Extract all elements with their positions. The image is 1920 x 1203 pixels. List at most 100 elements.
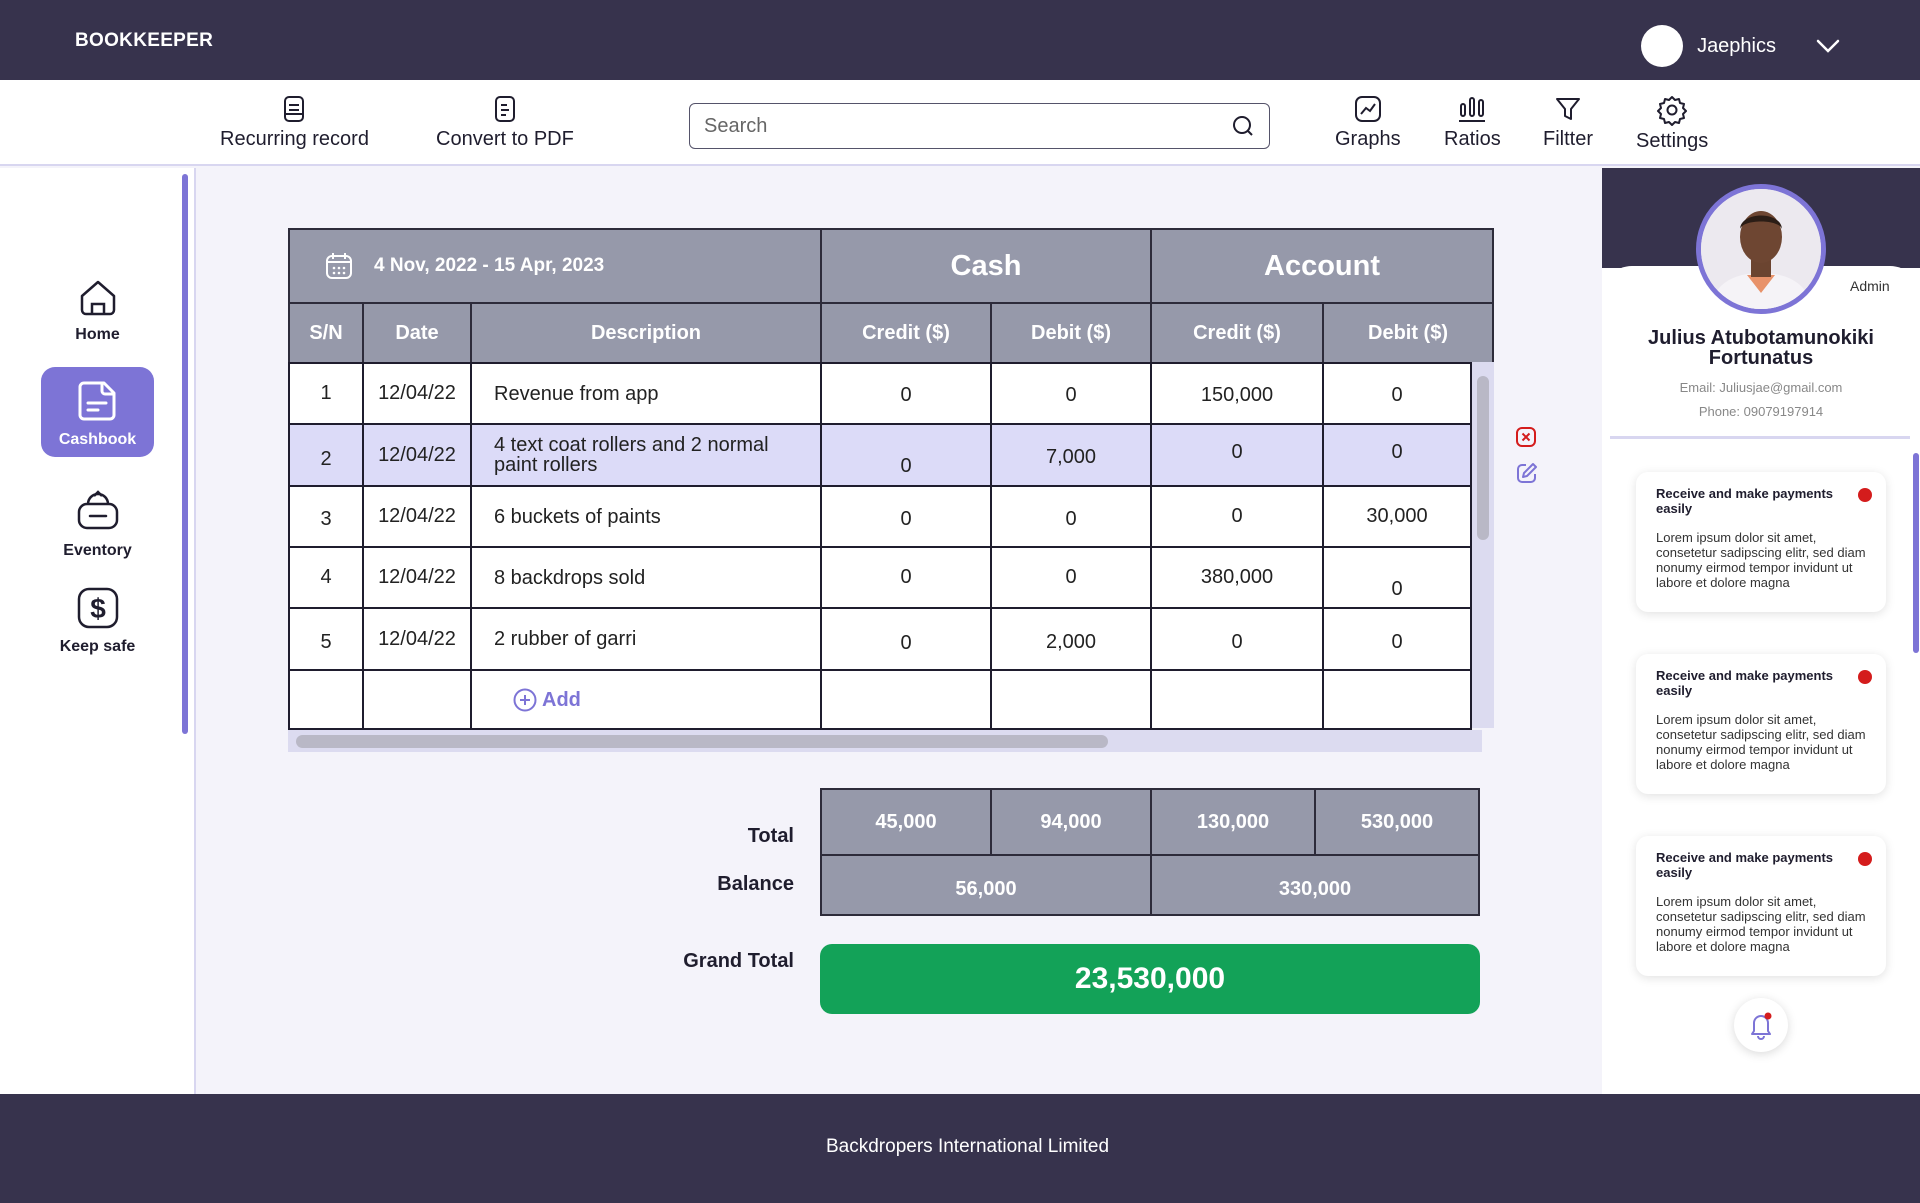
column-header-cash-debit[interactable]: Debit ($) <box>990 302 1152 364</box>
add-row-button[interactable]: Add <box>470 669 822 730</box>
cell-empty[interactable] <box>362 669 472 730</box>
calendar-icon[interactable] <box>324 251 354 281</box>
cell-date[interactable]: 12/04/22 <box>362 423 472 487</box>
profile-photo[interactable] <box>1696 184 1826 314</box>
table-vertical-scrollbar[interactable] <box>1472 362 1494 728</box>
cell-account-credit[interactable]: 380,000 <box>1150 546 1324 609</box>
delete-row-icon[interactable] <box>1515 426 1537 448</box>
add-row-label: Add <box>542 688 581 711</box>
cell-sn[interactable]: 1 <box>288 362 364 425</box>
cell-cash-debit[interactable]: 2,000 <box>990 607 1152 671</box>
inventory-icon <box>77 490 118 530</box>
cell-sn[interactable]: 2 <box>288 423 364 487</box>
sidebar-scrollbar[interactable] <box>182 174 188 734</box>
recurring-record-icon <box>284 96 305 122</box>
notifications-button[interactable] <box>1734 998 1788 1052</box>
user-avatar[interactable] <box>1641 25 1684 67</box>
total-account-debit: 530,000 <box>1314 788 1480 856</box>
cell-description[interactable]: 2 rubber of garri <box>470 607 822 671</box>
notification-card[interactable]: Receive and make payments easily Lorem i… <box>1636 472 1886 612</box>
scroll-thumb[interactable] <box>1477 376 1489 540</box>
cell-account-debit[interactable]: 0 <box>1322 607 1472 671</box>
column-header-sn[interactable]: S/N <box>288 302 364 364</box>
cell-cash-credit[interactable]: 0 <box>820 362 992 425</box>
gear-icon <box>1657 96 1688 126</box>
scroll-thumb[interactable] <box>296 735 1108 748</box>
cell-description[interactable]: Revenue from app <box>470 362 822 425</box>
cell-sn[interactable]: 4 <box>288 546 364 609</box>
cell-empty[interactable] <box>820 669 992 730</box>
cell-sn[interactable]: 3 <box>288 485 364 548</box>
search-input[interactable] <box>704 114 1231 138</box>
recurring-record-button[interactable]: Recurring record <box>220 94 369 151</box>
cell-cash-credit[interactable]: 0 <box>820 485 992 548</box>
cell-account-credit[interactable]: 0 <box>1150 607 1324 671</box>
sidebar-item-cashbook[interactable]: Cashbook <box>41 367 154 457</box>
column-header-account-credit[interactable]: Credit ($) <box>1150 302 1324 364</box>
cell-date[interactable]: 12/04/22 <box>362 485 472 548</box>
cell-cash-debit[interactable]: 7,000 <box>990 423 1152 487</box>
notification-card[interactable]: Receive and make payments easily Lorem i… <box>1636 836 1886 976</box>
chevron-down-icon[interactable] <box>1816 39 1840 53</box>
notification-card[interactable]: Receive and make payments easily Lorem i… <box>1636 654 1886 794</box>
sidebar-item-label: Home <box>75 326 120 343</box>
unread-dot <box>1858 670 1872 684</box>
settings-label: Settings <box>1636 130 1709 152</box>
cell-account-credit[interactable]: 150,000 <box>1150 362 1324 425</box>
cell-cash-debit[interactable]: 0 <box>990 546 1152 609</box>
search-box[interactable] <box>689 103 1270 149</box>
edit-row-icon[interactable] <box>1515 461 1539 485</box>
settings-button[interactable]: Settings <box>1636 94 1708 153</box>
cell-date[interactable]: 12/04/22 <box>362 362 472 425</box>
ratios-button[interactable]: Ratios <box>1444 94 1501 151</box>
user-menu[interactable]: Jaephics <box>1641 25 1840 67</box>
total-cash-debit: 94,000 <box>990 788 1152 856</box>
filter-label: Filtter <box>1543 128 1593 150</box>
cell-description[interactable]: 8 backdrops sold <box>470 546 822 609</box>
cell-sn[interactable]: 5 <box>288 607 364 671</box>
cell-account-credit[interactable]: 0 <box>1150 423 1324 487</box>
cell-account-debit[interactable]: 0 <box>1322 362 1472 425</box>
table-horizontal-scrollbar[interactable] <box>288 730 1482 752</box>
cell-date[interactable]: 12/04/22 <box>362 607 472 671</box>
date-range-header[interactable]: 4 Nov, 2022 - 15 Apr, 2023 <box>288 228 822 304</box>
column-header-label: Credit ($) <box>862 321 950 344</box>
cell-empty[interactable] <box>1322 669 1472 730</box>
cell-date[interactable]: 12/04/22 <box>362 546 472 609</box>
convert-to-pdf-button[interactable]: Convert to PDF <box>436 94 574 151</box>
date-range-label: 4 Nov, 2022 - 15 Apr, 2023 <box>374 255 605 276</box>
cell-cash-debit[interactable]: 0 <box>990 485 1152 548</box>
cell-empty[interactable] <box>1150 669 1324 730</box>
user-name[interactable]: Jaephics <box>1697 35 1776 58</box>
filter-button[interactable]: Filtter <box>1543 94 1593 151</box>
column-header-cash-credit[interactable]: Credit ($) <box>820 302 992 364</box>
cell-cash-debit[interactable]: 0 <box>990 362 1152 425</box>
profile-panel: Admin Julius Atubotamunokiki Fortunatus … <box>1602 168 1920 1094</box>
cell-empty[interactable] <box>990 669 1152 730</box>
cell-description[interactable]: 6 buckets of paints <box>470 485 822 548</box>
cell-cash-credit[interactable]: 0 <box>820 423 992 487</box>
sidebar-item-home[interactable]: Home <box>41 276 154 344</box>
notification-title: Receive and make payments easily <box>1656 668 1834 698</box>
search-icon[interactable] <box>1231 114 1255 138</box>
graphs-button[interactable]: Graphs <box>1335 94 1401 151</box>
bar-chart-icon <box>1459 97 1486 122</box>
column-header-label: Debit ($) <box>1368 321 1448 344</box>
cell-cash-credit[interactable]: 0 <box>820 607 992 671</box>
sidebar-item-keep-safe[interactable]: $ Keep safe <box>41 584 154 656</box>
cell-account-debit[interactable]: 0 <box>1322 423 1472 487</box>
grand-total-value: 23,530,000 <box>820 944 1480 1014</box>
cell-cash-credit[interactable]: 0 <box>820 546 992 609</box>
cell-account-debit[interactable]: 0 <box>1322 546 1472 609</box>
cell-empty[interactable] <box>288 669 364 730</box>
column-header-description[interactable]: Description <box>470 302 822 364</box>
cell-account-credit[interactable]: 0 <box>1150 485 1324 548</box>
sidebar-item-inventory[interactable]: Eventory <box>41 488 154 560</box>
column-header-account-debit[interactable]: Debit ($) <box>1322 302 1494 364</box>
cell-description[interactable]: 4 text coat rollers and 2 normal paint r… <box>470 423 822 487</box>
cashbook-icon <box>78 381 115 421</box>
cell-account-debit[interactable]: 30,000 <box>1322 485 1472 548</box>
panel-scrollbar[interactable] <box>1913 453 1919 653</box>
column-header-date[interactable]: Date <box>362 302 472 364</box>
app-brand: BOOKKEEPER <box>75 30 214 51</box>
